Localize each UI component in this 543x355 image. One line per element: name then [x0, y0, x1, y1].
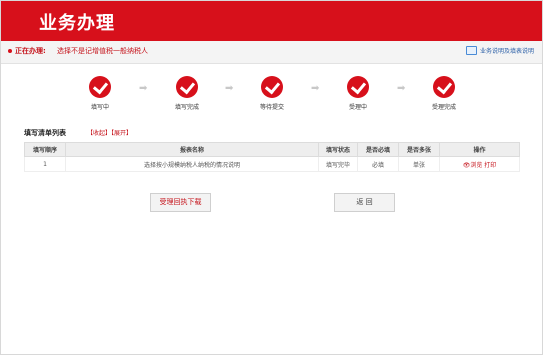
form-list-table: 填写顺序 报表名称 填写状态 是否必填 是否多张 操作 1 选择按小规模纳税人纳…	[24, 142, 520, 172]
arrow-right-icon: ➡	[311, 83, 320, 94]
table-header-row: 填写顺序 报表名称 填写状态 是否必填 是否多张 操作	[24, 142, 520, 157]
progress-steps: 填写中 ➡ 填写完成 ➡ 等待提交 ➡ 受理中 ➡ 受理完成	[1, 64, 542, 124]
table-row: 1 选择按小规模纳税人纳税的情况说明 填写完毕 必填 单张 👁浏览 打印	[24, 156, 520, 172]
arrow-right-icon: ➡	[397, 83, 406, 94]
download-receipt-button[interactable]: 受理回执下载	[150, 193, 211, 212]
check-circle-icon	[89, 76, 111, 98]
back-button[interactable]: 返 回	[334, 193, 395, 212]
cell-multiple: 单张	[398, 156, 440, 172]
step-label: 等待提交	[259, 104, 284, 111]
step-label: 填写完成	[174, 104, 199, 111]
col-ops: 操作	[439, 142, 520, 157]
check-circle-icon	[261, 76, 283, 98]
step-label: 受理完成	[431, 104, 456, 111]
arrow-right-icon: ➡	[139, 83, 148, 94]
list-title: 填写清单列表	[24, 129, 66, 137]
col-status: 填写状态	[318, 142, 358, 157]
status-bullet-icon	[8, 49, 12, 53]
status-bar: 正在办理: 选择不是记增值税一般纳税人 业务说明及填表说明	[1, 41, 542, 64]
cell-required: 必填	[357, 156, 399, 172]
col-name: 报表名称	[65, 142, 319, 157]
col-multiple: 是否多张	[398, 142, 440, 157]
step-label: 受理中	[348, 104, 367, 111]
step-filled: 填写完成	[155, 76, 219, 111]
col-order: 填写顺序	[24, 142, 66, 157]
arrow-right-icon: ➡	[225, 83, 234, 94]
step-processing: 受理中	[326, 76, 390, 111]
status-value: 选择不是记增值税一般纳税人	[57, 47, 148, 55]
check-circle-icon	[433, 76, 455, 98]
col-required: 是否必填	[357, 142, 399, 157]
step-waiting: 等待提交	[240, 76, 304, 111]
check-circle-icon	[176, 76, 198, 98]
status-label: 正在办理:	[15, 47, 46, 55]
check-circle-icon	[347, 76, 369, 98]
cell-ops[interactable]: 👁浏览 打印	[439, 156, 520, 172]
step-filling: 填写中	[68, 76, 132, 111]
help-link[interactable]: 业务说明及填表说明	[480, 46, 534, 55]
ops-links[interactable]: 浏览 打印	[470, 162, 496, 169]
book-icon[interactable]	[466, 46, 477, 55]
header-bar: 业务办理	[1, 1, 542, 41]
collapse-expand-links[interactable]: 【收起】【展开】	[87, 128, 132, 137]
step-label: 填写中	[90, 104, 109, 111]
cell-name: 选择按小规模纳税人纳税的情况说明	[65, 156, 319, 172]
step-completed: 受理完成	[412, 76, 476, 111]
cell-status: 填写完毕	[318, 156, 358, 172]
cell-order: 1	[24, 156, 66, 172]
page-title: 业务办理	[39, 13, 115, 34]
